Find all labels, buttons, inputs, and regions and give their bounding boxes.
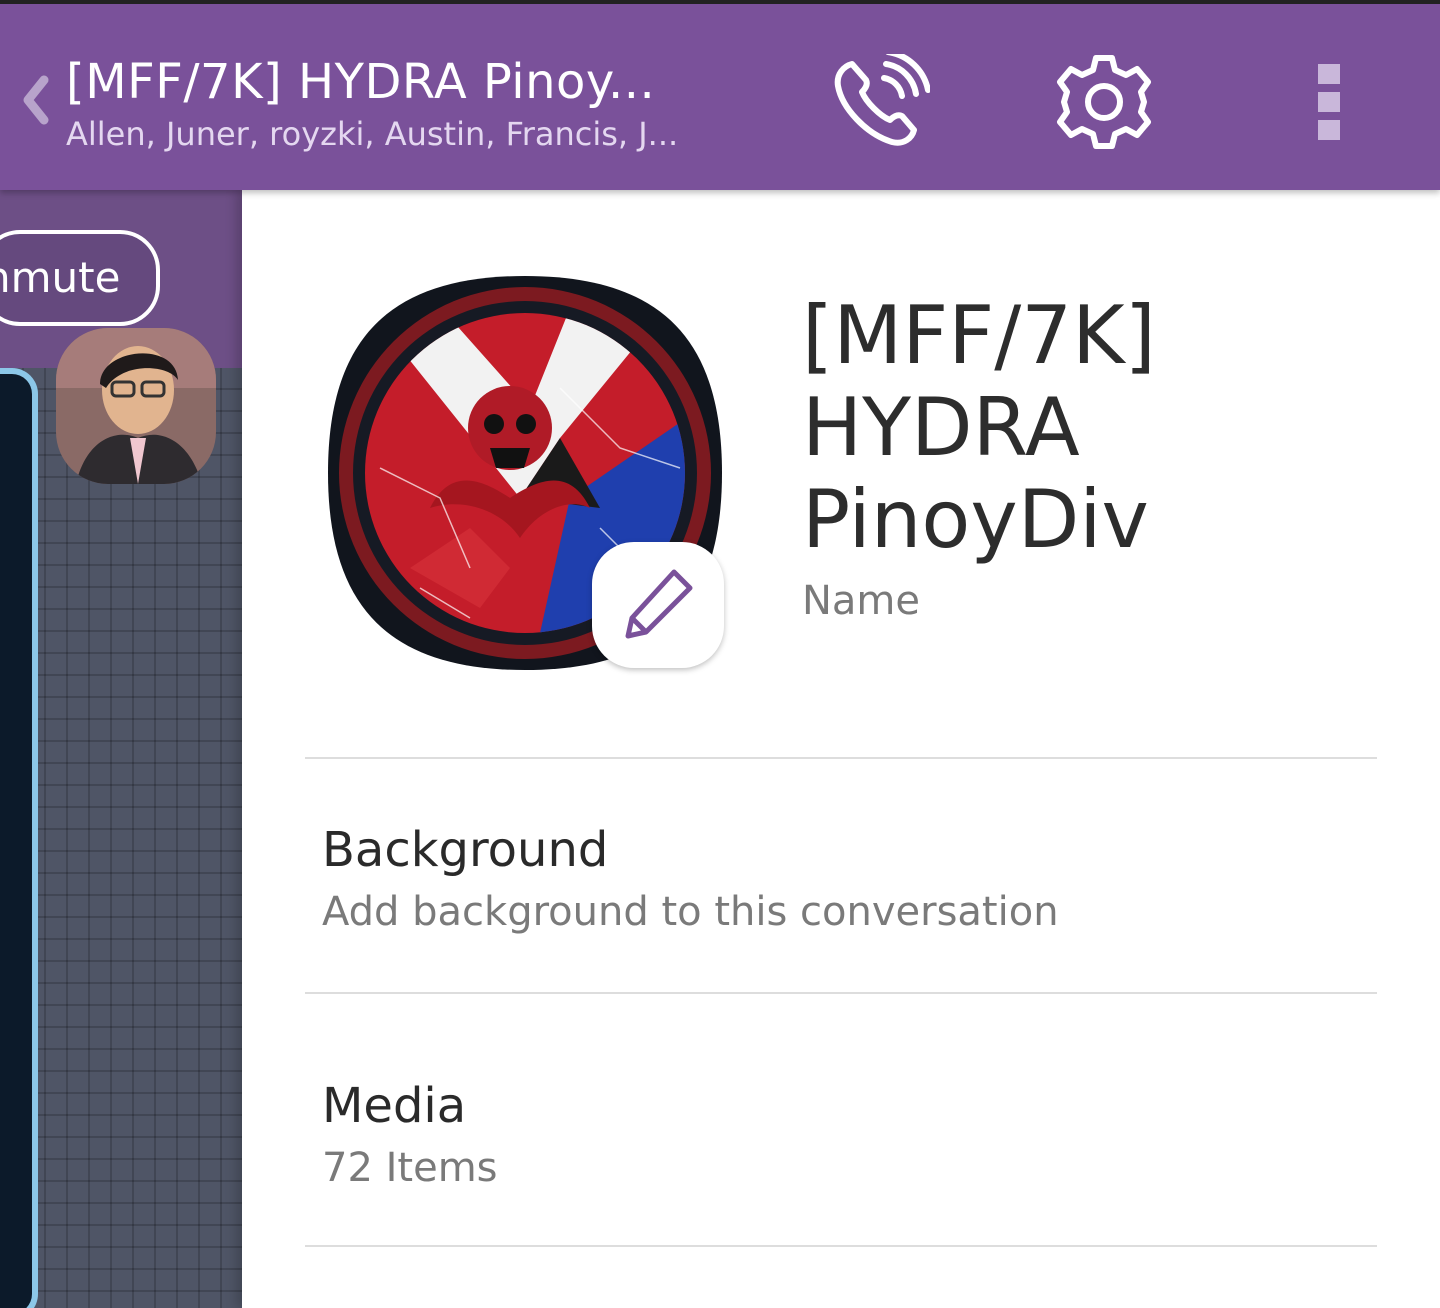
edit-icon-button[interactable] [592, 542, 724, 668]
background-setting-row[interactable]: Background Add background to this conver… [322, 820, 1377, 938]
more-vertical-icon[interactable] [1300, 54, 1360, 150]
conversation-title-block[interactable]: [MFF/7K] HYDRA Pinoy... Allen, Juner, ro… [66, 52, 766, 154]
image-message-bubble[interactable] [0, 368, 38, 1308]
chat-background-strip: nmute [0, 190, 242, 1308]
back-chevron-icon[interactable] [14, 70, 54, 130]
media-title: Media [322, 1078, 467, 1134]
background-title: Background [322, 822, 609, 878]
media-count: 72 Items [322, 1145, 498, 1191]
phone-call-icon[interactable] [830, 54, 930, 150]
name-caption: Name [802, 578, 921, 624]
unmute-button[interactable]: nmute [0, 230, 160, 326]
divider [305, 1245, 1377, 1247]
media-row[interactable]: Media 72 Items [322, 1076, 1377, 1194]
gear-icon[interactable] [1054, 54, 1154, 150]
divider [305, 757, 1377, 759]
conversation-participants: Allen, Juner, royzki, Austin, Francis, J… [66, 115, 679, 153]
conversation-title: [MFF/7K] HYDRA Pinoy... [66, 54, 656, 110]
divider [305, 992, 1377, 994]
background-subtitle: Add background to this conversation [322, 889, 1059, 935]
person-avatar-icon [56, 328, 216, 484]
group-name[interactable]: [MFF/7K] HYDRA PinoyDiv [802, 290, 1402, 566]
sender-avatar[interactable] [56, 328, 216, 484]
chat-info-panel: [MFF/7K] HYDRA PinoyDiv Name Background … [242, 190, 1440, 1308]
top-app-bar: [MFF/7K] HYDRA Pinoy... Allen, Juner, ro… [0, 0, 1440, 190]
pencil-icon [625, 569, 693, 639]
